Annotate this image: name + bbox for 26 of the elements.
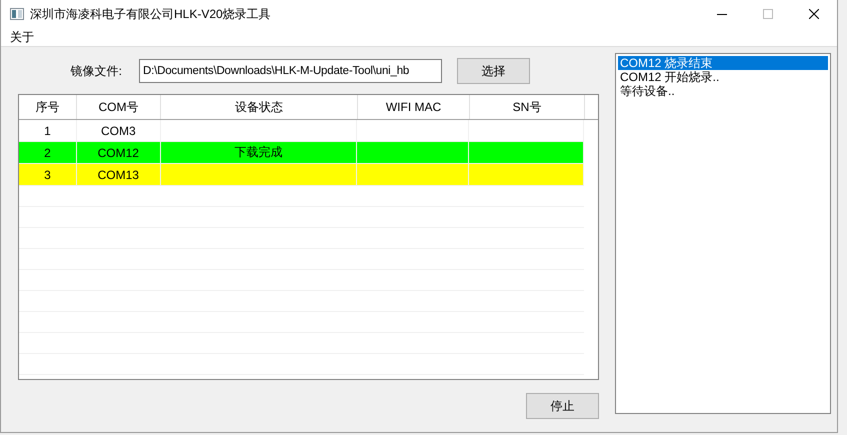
choose-button[interactable]: 选择 — [457, 58, 530, 84]
column-header[interactable]: COM号 — [77, 95, 161, 119]
close-icon[interactable] — [809, 9, 819, 19]
table-row[interactable]: 3 COM13 — [19, 164, 584, 186]
column-header[interactable]: WIFI MAC — [358, 95, 470, 119]
column-header[interactable]: 设备状态 — [161, 95, 358, 119]
table-row[interactable]: 1 COM3 — [19, 120, 584, 142]
log-item[interactable]: COM12 开始烧录.. — [618, 70, 828, 84]
column-header[interactable]: 序号 — [19, 95, 77, 119]
table-cell: 下载完成 — [234, 144, 283, 161]
app-icon — [10, 8, 24, 20]
table-row[interactable]: 2 COM12 下载完成 — [19, 142, 584, 164]
table-cell: COM12 — [98, 146, 139, 160]
table-cell: 1 — [44, 124, 51, 138]
menu-item[interactable]: 关于 — [1, 28, 40, 46]
file-path-field[interactable]: D:\Documents\Downloads\HLK-M-Update-Tool\uni_hb — [139, 59, 442, 83]
table-cell: 2 — [44, 146, 51, 160]
column-header[interactable]: SN号 — [470, 95, 585, 119]
table-cell: 3 — [44, 168, 51, 182]
log-item[interactable]: 等待设备.. — [618, 84, 828, 98]
window-title: 深圳市海凌科电子有限公司HLK-V20烧录工具 — [30, 6, 272, 22]
stop-button[interactable]: 停止 — [526, 393, 599, 419]
table-cell: COM3 — [100, 124, 136, 138]
log-item[interactable]: COM12 烧录结束 — [618, 56, 828, 70]
field-label: 镜像文件: — [70, 62, 122, 80]
table-cell: COM13 — [98, 168, 139, 182]
